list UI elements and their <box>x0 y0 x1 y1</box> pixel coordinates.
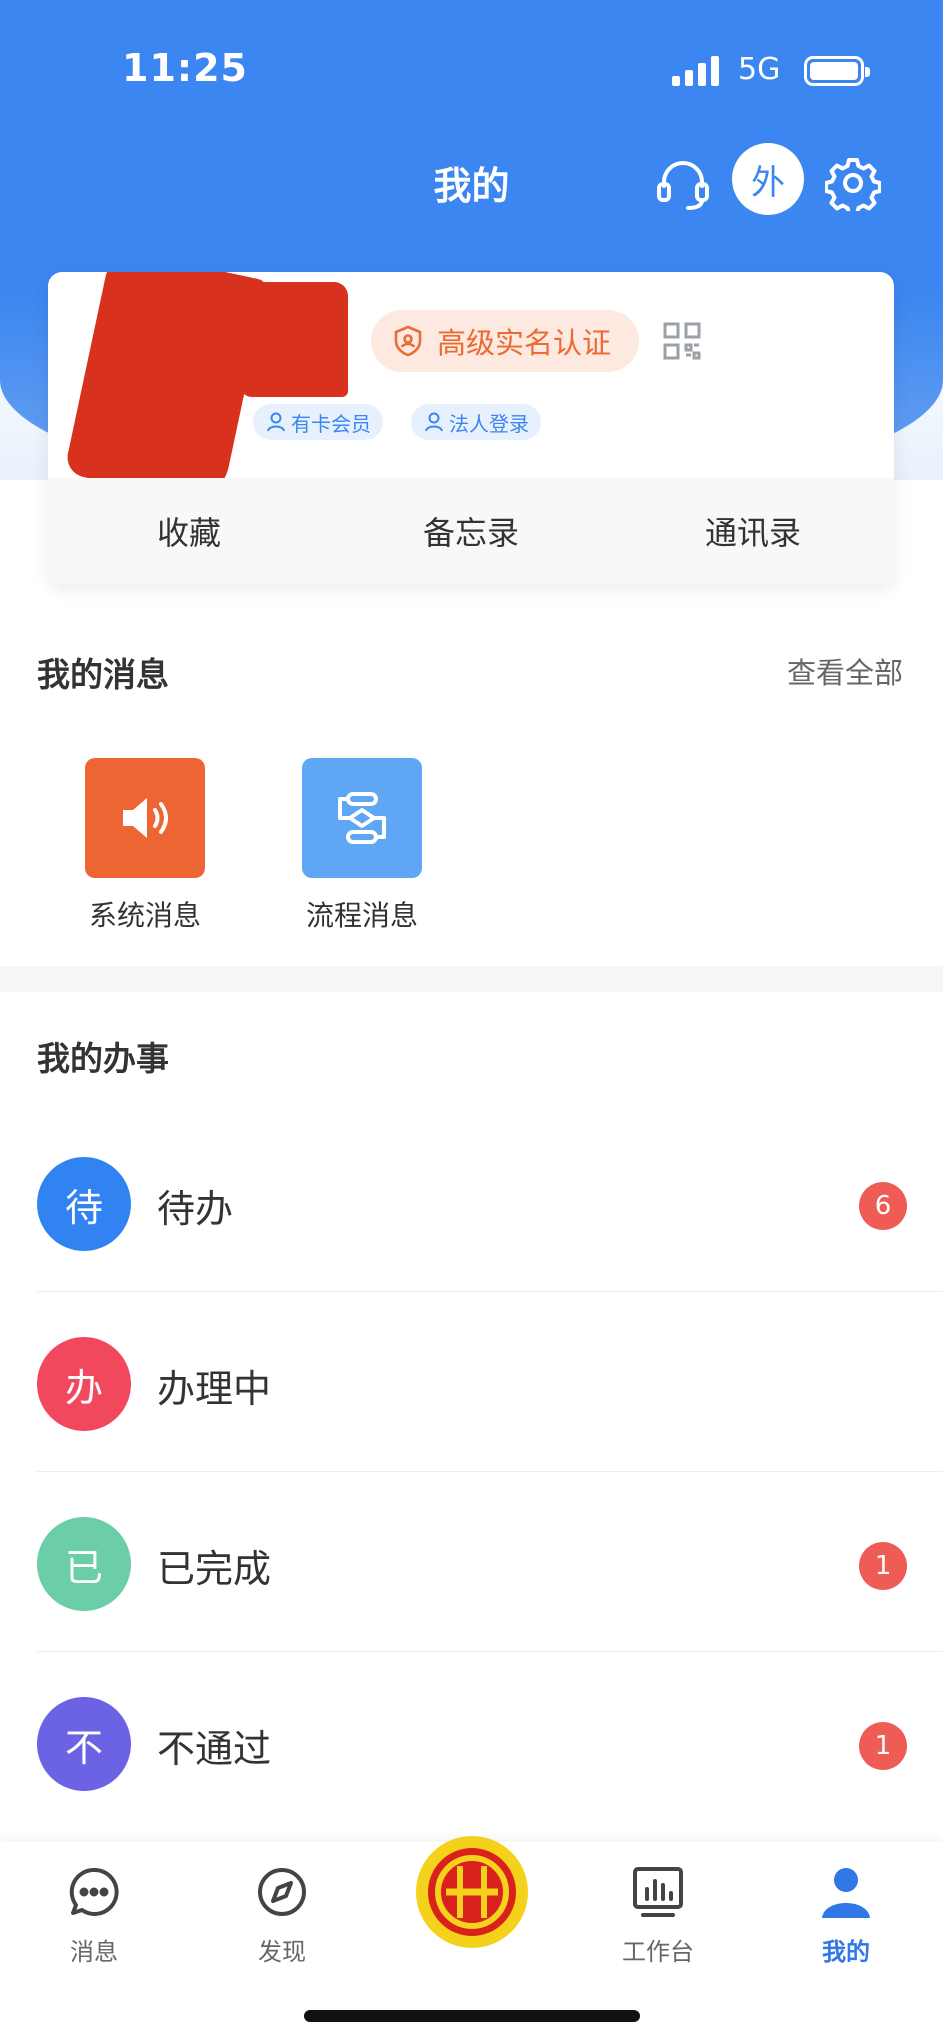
legal-person-tag: 法人登录 <box>411 404 541 440</box>
tab-messages[interactable]: 消息 <box>34 1862 154 1967</box>
legal-person-tag-label: 法人登录 <box>449 411 529 436</box>
flow-messages-item[interactable]: 流程消息 <box>287 758 437 934</box>
count-badge: 1 <box>859 1722 907 1770</box>
battery-icon <box>804 56 870 86</box>
network-label: 5G <box>738 52 781 87</box>
redaction-mark <box>240 282 348 397</box>
status-bar: 11:25 5G <box>0 40 943 100</box>
dashboard-icon <box>628 1862 688 1922</box>
chat-icon <box>64 1862 124 1922</box>
qr-code-icon[interactable] <box>663 322 701 360</box>
profile-actions: 收藏 备忘录 通讯录 <box>48 478 894 584</box>
member-tag: 有卡会员 <box>253 404 383 440</box>
tab-label: 工作台 <box>622 1938 694 1966</box>
person-outline-icon <box>425 412 443 432</box>
favorites-button[interactable]: 收藏 <box>48 478 330 584</box>
tab-label: 发现 <box>258 1938 306 1966</box>
task-label: 已完成 <box>157 1547 272 1591</box>
person-icon <box>816 1862 876 1922</box>
system-messages-item[interactable]: 系统消息 <box>70 758 220 934</box>
task-row-pending[interactable]: 待 待办 6 <box>37 1112 943 1292</box>
tasks-section-title: 我的办事 <box>37 1039 169 1078</box>
person-outline-icon <box>267 412 285 432</box>
compass-icon <box>252 1862 312 1922</box>
system-messages-label: 系统消息 <box>88 899 201 932</box>
tab-workbench[interactable]: 工作台 <box>598 1862 718 1967</box>
in-progress-avatar: 办 <box>37 1337 131 1431</box>
member-tag-label: 有卡会员 <box>291 411 371 436</box>
rejected-avatar: 不 <box>37 1697 131 1791</box>
task-row-in-progress[interactable]: 办 办理中 <box>37 1292 943 1472</box>
section-divider <box>0 966 943 992</box>
task-label: 办理中 <box>157 1367 272 1411</box>
headset-icon[interactable] <box>648 148 718 218</box>
profile-screen: 11:25 5G 我的 外 高级实名认证 有卡会员 法人登录 收藏 备忘录 通讯… <box>0 0 943 2044</box>
task-row-rejected[interactable]: 不 不通过 1 <box>37 1652 943 1832</box>
home-indicator[interactable] <box>304 2010 640 2022</box>
external-mode-button[interactable]: 外 <box>732 143 804 215</box>
task-row-completed[interactable]: 已 已完成 1 <box>37 1472 943 1652</box>
speaker-icon <box>85 758 205 878</box>
redaction-mark <box>63 272 269 507</box>
flow-messages-label: 流程消息 <box>305 899 418 932</box>
certification-label: 高级实名认证 <box>437 326 612 360</box>
task-label: 待办 <box>157 1187 234 1231</box>
task-label: 不通过 <box>157 1727 272 1771</box>
profile-card: 高级实名认证 有卡会员 法人登录 收藏 备忘录 通讯录 <box>48 272 894 584</box>
messages-section-title: 我的消息 <box>37 655 169 694</box>
contacts-button[interactable]: 通讯录 <box>612 478 894 584</box>
shield-icon <box>394 325 422 357</box>
tab-label: 我的 <box>822 1938 870 1966</box>
memo-button[interactable]: 备忘录 <box>330 478 612 584</box>
view-all-link[interactable]: 查看全部 <box>787 650 903 692</box>
gear-icon[interactable] <box>818 148 888 218</box>
completed-avatar: 已 <box>37 1517 131 1611</box>
count-badge: 6 <box>859 1182 907 1230</box>
pending-avatar: 待 <box>37 1157 131 1251</box>
status-time: 11:25 <box>122 46 248 90</box>
signal-icon <box>672 56 719 86</box>
flow-icon <box>302 758 422 878</box>
tab-label: 消息 <box>70 1938 118 1966</box>
tab-me[interactable]: 我的 <box>786 1862 906 1967</box>
tab-discover[interactable]: 发现 <box>222 1862 342 1967</box>
certification-badge[interactable]: 高级实名认证 <box>371 310 640 372</box>
union-logo-icon[interactable] <box>416 1836 528 1948</box>
count-badge: 1 <box>859 1542 907 1590</box>
